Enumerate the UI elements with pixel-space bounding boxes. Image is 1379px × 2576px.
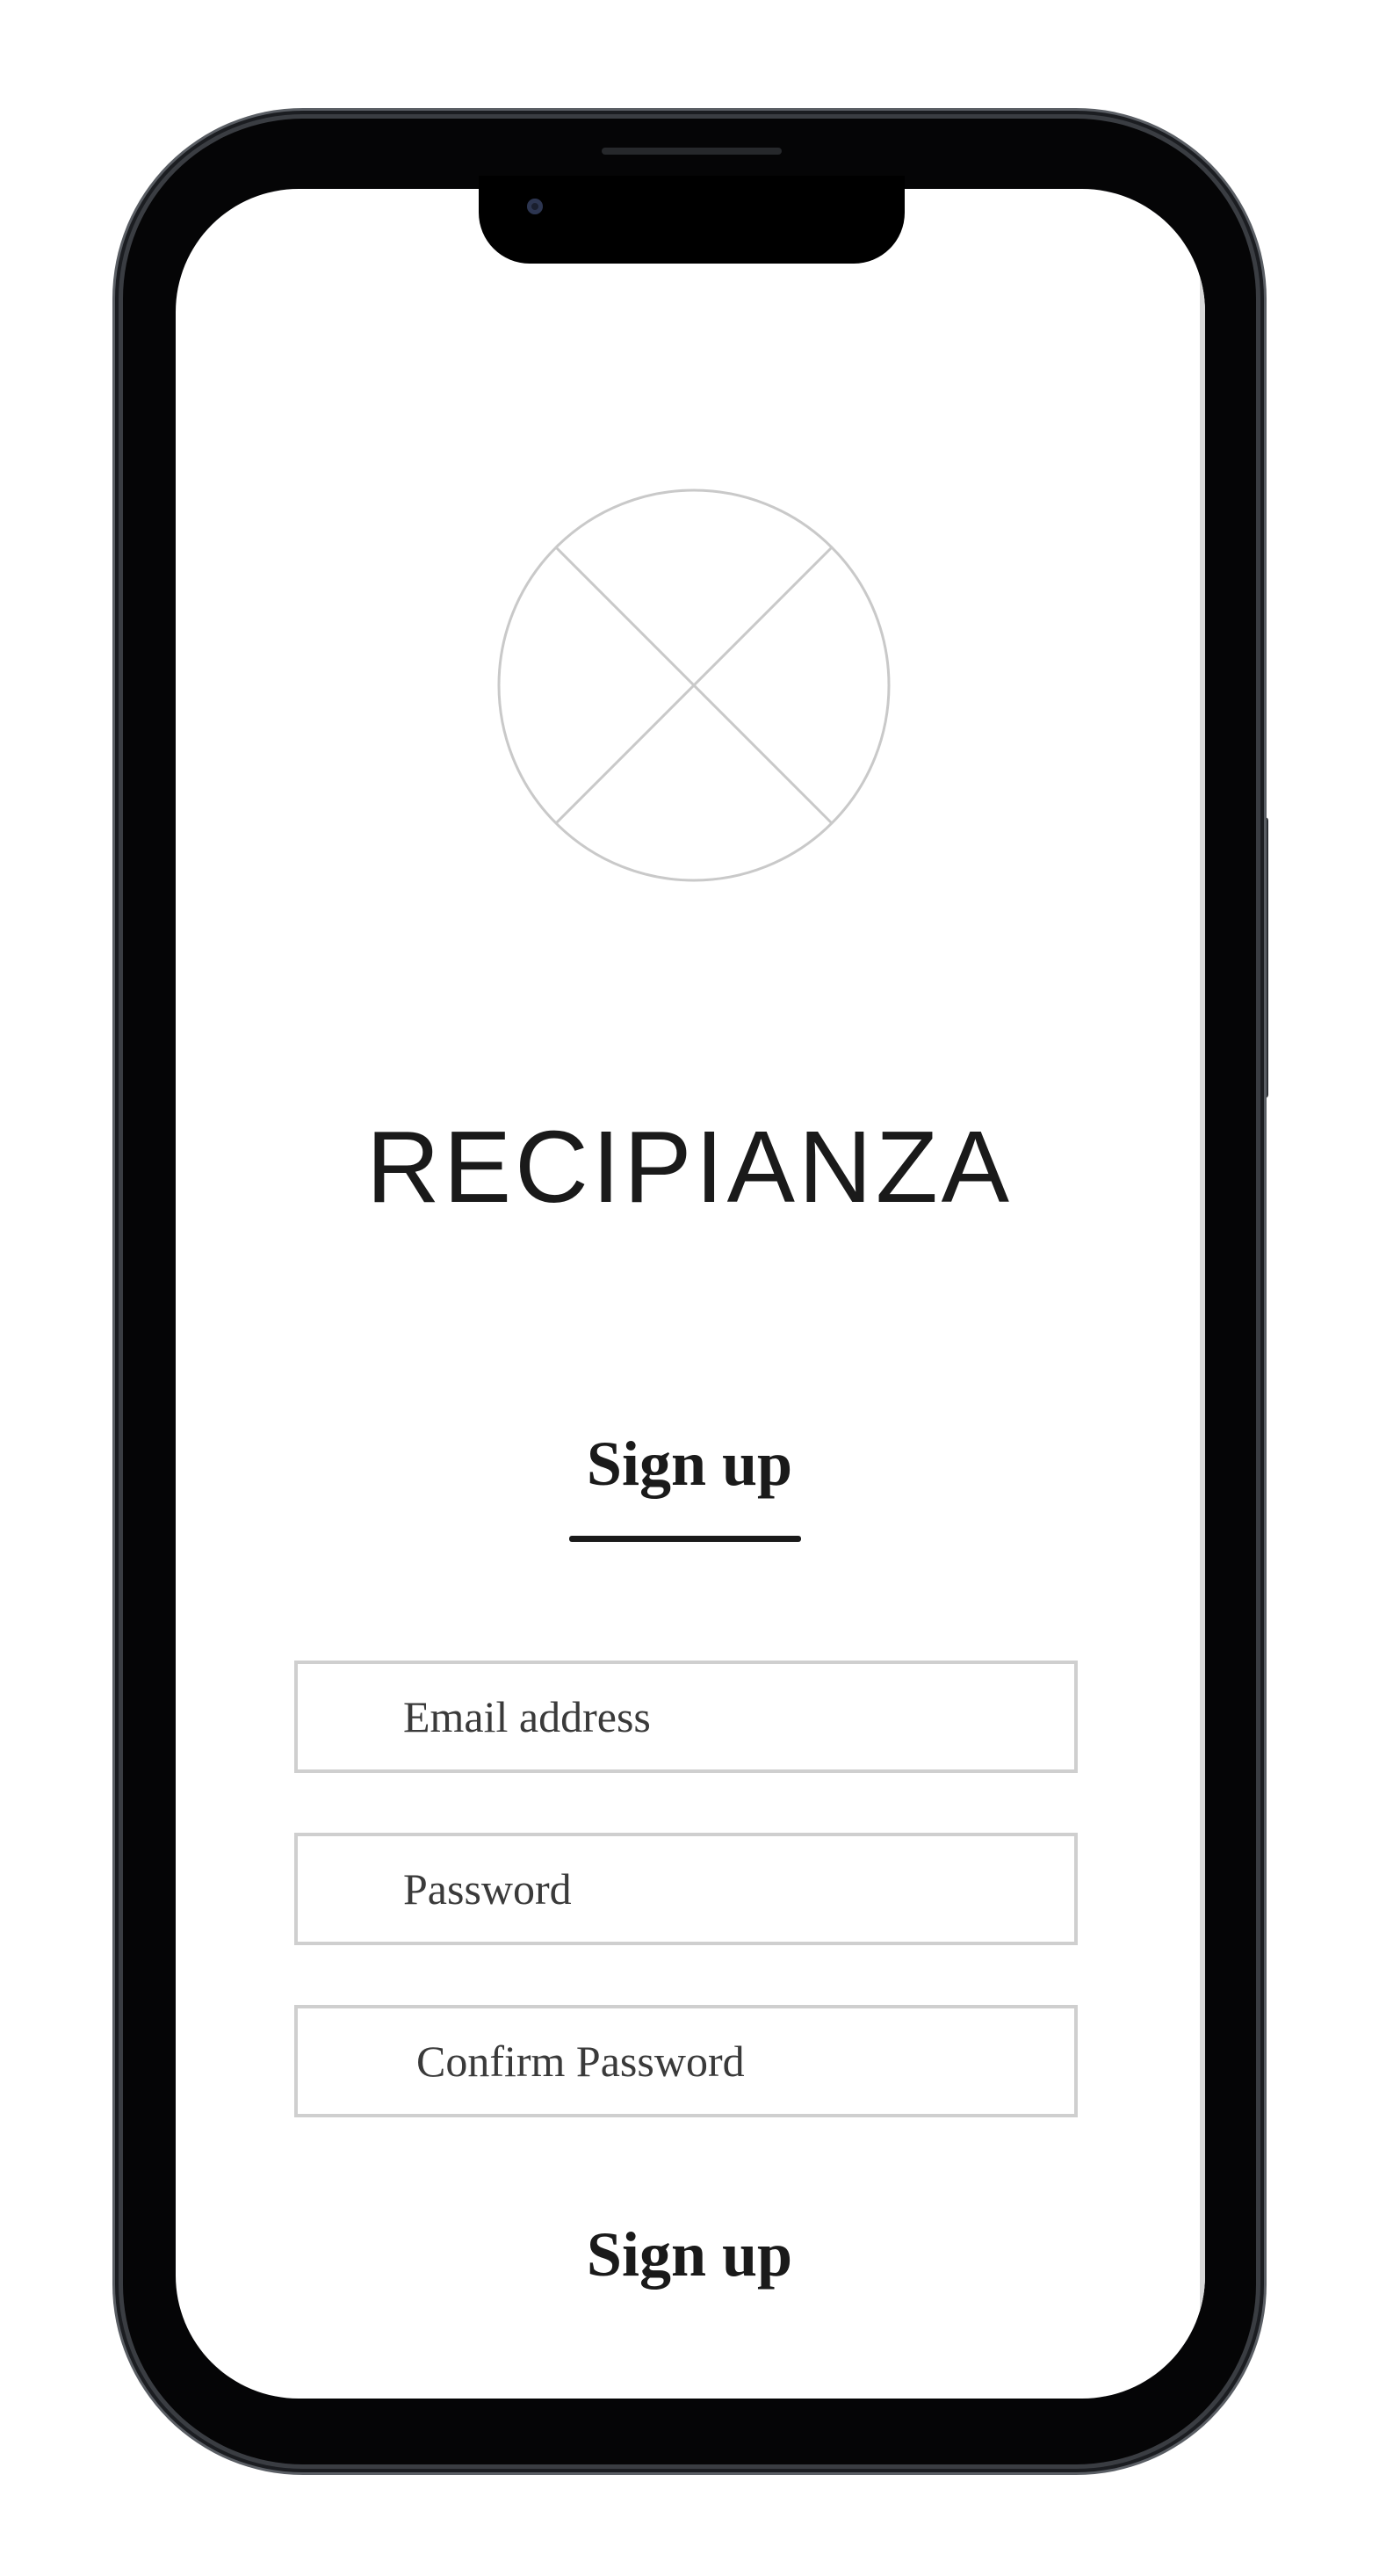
front-camera-icon — [527, 199, 543, 214]
tab-active-indicator — [569, 1536, 801, 1542]
app-title: RECIPIANZA — [365, 1110, 1014, 1224]
device-mockup: RECIPIANZA Sign up Sign up — [0, 0, 1379, 2576]
email-field — [294, 1661, 1078, 1773]
confirm-password-input[interactable] — [298, 2008, 1074, 2114]
confirm-password-field — [294, 2005, 1078, 2117]
password-field — [294, 1833, 1078, 1945]
earpiece-speaker — [602, 148, 782, 155]
sign-up-button[interactable]: Sign up — [0, 2223, 1379, 2286]
tab-sign-up[interactable]: Sign up — [0, 1432, 1379, 1495]
screen-edge — [1200, 242, 1205, 2346]
silent-switch — [112, 593, 123, 677]
email-input[interactable] — [298, 1664, 1074, 1769]
volume-up-button — [112, 763, 123, 930]
notch — [479, 176, 905, 264]
power-button — [1258, 817, 1268, 1098]
password-input[interactable] — [298, 1836, 1074, 1942]
image-placeholder-icon — [497, 488, 891, 882]
